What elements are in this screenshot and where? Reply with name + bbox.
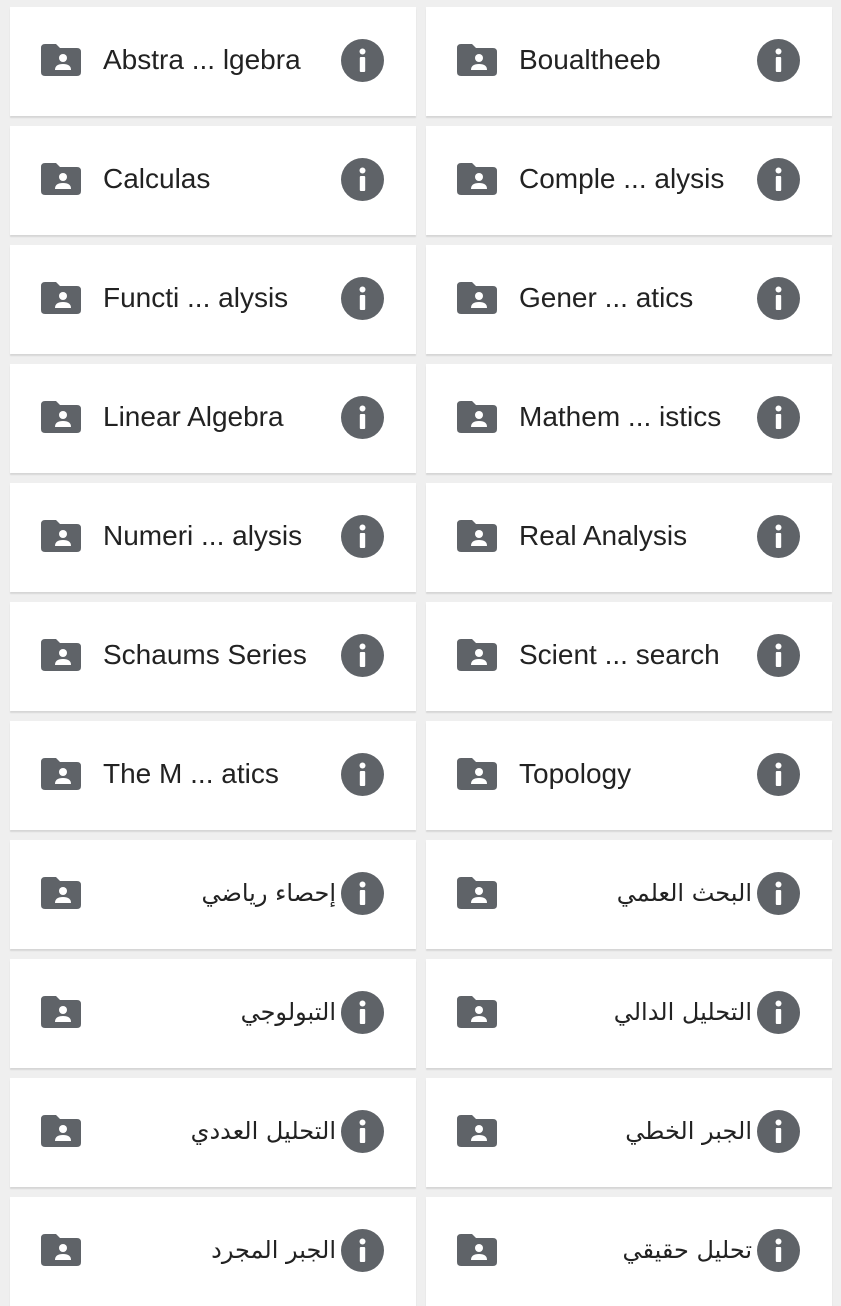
folder-card[interactable]: Functi ... alysis [10, 245, 416, 354]
folder-card[interactable]: Scient ... search [426, 602, 832, 711]
folder-name: Mathem ... istics [519, 401, 722, 432]
folder-name: الجبر الخطي [625, 1117, 752, 1145]
shared-folder-icon [41, 877, 81, 909]
info-icon[interactable] [757, 991, 800, 1034]
folder-name: البحث العلمي [616, 879, 752, 907]
folder-name: Numeri ... alysis [103, 520, 303, 551]
info-icon[interactable] [757, 753, 800, 796]
folder-card[interactable]: Calculas [10, 126, 416, 235]
folder-card[interactable]: التحليل العددي [10, 1078, 416, 1187]
shared-folder-icon [457, 520, 497, 552]
folder-name: إحصاء رياضي [201, 879, 336, 907]
folder-card[interactable]: التبولوجي [10, 959, 416, 1068]
folder-card[interactable]: التحليل الدالي [426, 959, 832, 1068]
shared-folder-icon [457, 1115, 497, 1147]
folder-name: Real Analysis [519, 520, 688, 551]
folder-name: Topology [519, 758, 632, 789]
info-icon[interactable] [757, 1110, 800, 1153]
folder-card[interactable]: تحليل حقيقي [426, 1197, 832, 1306]
shared-folder-icon [457, 877, 497, 909]
shared-folder-icon [41, 639, 81, 671]
info-icon[interactable] [341, 1229, 384, 1272]
folder-card[interactable]: The M ... atics [10, 721, 416, 830]
shared-folder-icon [457, 996, 497, 1028]
shared-folder-icon [41, 996, 81, 1028]
folder-name: Schaums Series [103, 639, 307, 670]
info-icon[interactable] [757, 39, 800, 82]
shared-folder-icon [457, 639, 497, 671]
folder-name: The M ... atics [103, 758, 279, 789]
folder-name: الجبر المجرد [211, 1236, 336, 1264]
folder-card[interactable]: Gener ... atics [426, 245, 832, 354]
info-icon[interactable] [757, 515, 800, 558]
folder-name: Functi ... alysis [103, 282, 289, 313]
folder-card[interactable]: Topology [426, 721, 832, 830]
info-icon[interactable] [341, 1110, 384, 1153]
folder-name: Calculas [103, 163, 211, 194]
folder-name: Comple ... alysis [519, 163, 725, 194]
folder-card[interactable]: الجبر الخطي [426, 1078, 832, 1187]
folder-grid: Abstra ... lgebra Boualtheeb Calculas Co… [0, 0, 841, 1306]
info-icon[interactable] [757, 277, 800, 320]
folder-card[interactable]: Mathem ... istics [426, 364, 832, 473]
shared-folder-icon [41, 758, 81, 790]
folder-card[interactable]: البحث العلمي [426, 840, 832, 949]
shared-folder-icon [41, 1115, 81, 1147]
folder-card[interactable]: Numeri ... alysis [10, 483, 416, 592]
shared-folder-icon [457, 758, 497, 790]
info-icon[interactable] [341, 396, 384, 439]
shared-folder-icon [41, 282, 81, 314]
info-icon[interactable] [757, 1229, 800, 1272]
shared-folder-icon [41, 401, 81, 433]
folder-card[interactable]: Boualtheeb [426, 7, 832, 116]
folder-name: التبولوجي [240, 998, 336, 1026]
folder-name: Scient ... search [519, 639, 720, 670]
folder-name: تحليل حقيقي [622, 1236, 752, 1264]
shared-folder-icon [457, 401, 497, 433]
folder-name: Linear Algebra [103, 401, 284, 432]
info-icon[interactable] [757, 634, 800, 677]
folder-name: التحليل العددي [190, 1117, 336, 1145]
shared-folder-icon [41, 1234, 81, 1266]
info-icon[interactable] [757, 158, 800, 201]
info-icon[interactable] [341, 39, 384, 82]
folder-card[interactable]: Real Analysis [426, 483, 832, 592]
folder-card[interactable]: الجبر المجرد [10, 1197, 416, 1306]
shared-folder-icon [457, 1234, 497, 1266]
info-icon[interactable] [757, 872, 800, 915]
folder-card[interactable]: Comple ... alysis [426, 126, 832, 235]
shared-folder-icon [457, 44, 497, 76]
info-icon[interactable] [341, 991, 384, 1034]
info-icon[interactable] [341, 753, 384, 796]
info-icon[interactable] [757, 396, 800, 439]
info-icon[interactable] [341, 872, 384, 915]
folder-card[interactable]: إحصاء رياضي [10, 840, 416, 949]
folder-card[interactable]: Linear Algebra [10, 364, 416, 473]
folder-card[interactable]: Schaums Series [10, 602, 416, 711]
folder-card[interactable]: Abstra ... lgebra [10, 7, 416, 116]
folder-name: Gener ... atics [519, 282, 694, 313]
folder-name: Abstra ... lgebra [103, 44, 301, 75]
folder-name: التحليل الدالي [613, 998, 752, 1026]
shared-folder-icon [457, 163, 497, 195]
info-icon[interactable] [341, 515, 384, 558]
shared-folder-icon [41, 163, 81, 195]
shared-folder-icon [41, 44, 81, 76]
shared-folder-icon [457, 282, 497, 314]
info-icon[interactable] [341, 634, 384, 677]
shared-folder-icon [41, 520, 81, 552]
folder-name: Boualtheeb [519, 44, 661, 75]
info-icon[interactable] [341, 277, 384, 320]
info-icon[interactable] [341, 158, 384, 201]
